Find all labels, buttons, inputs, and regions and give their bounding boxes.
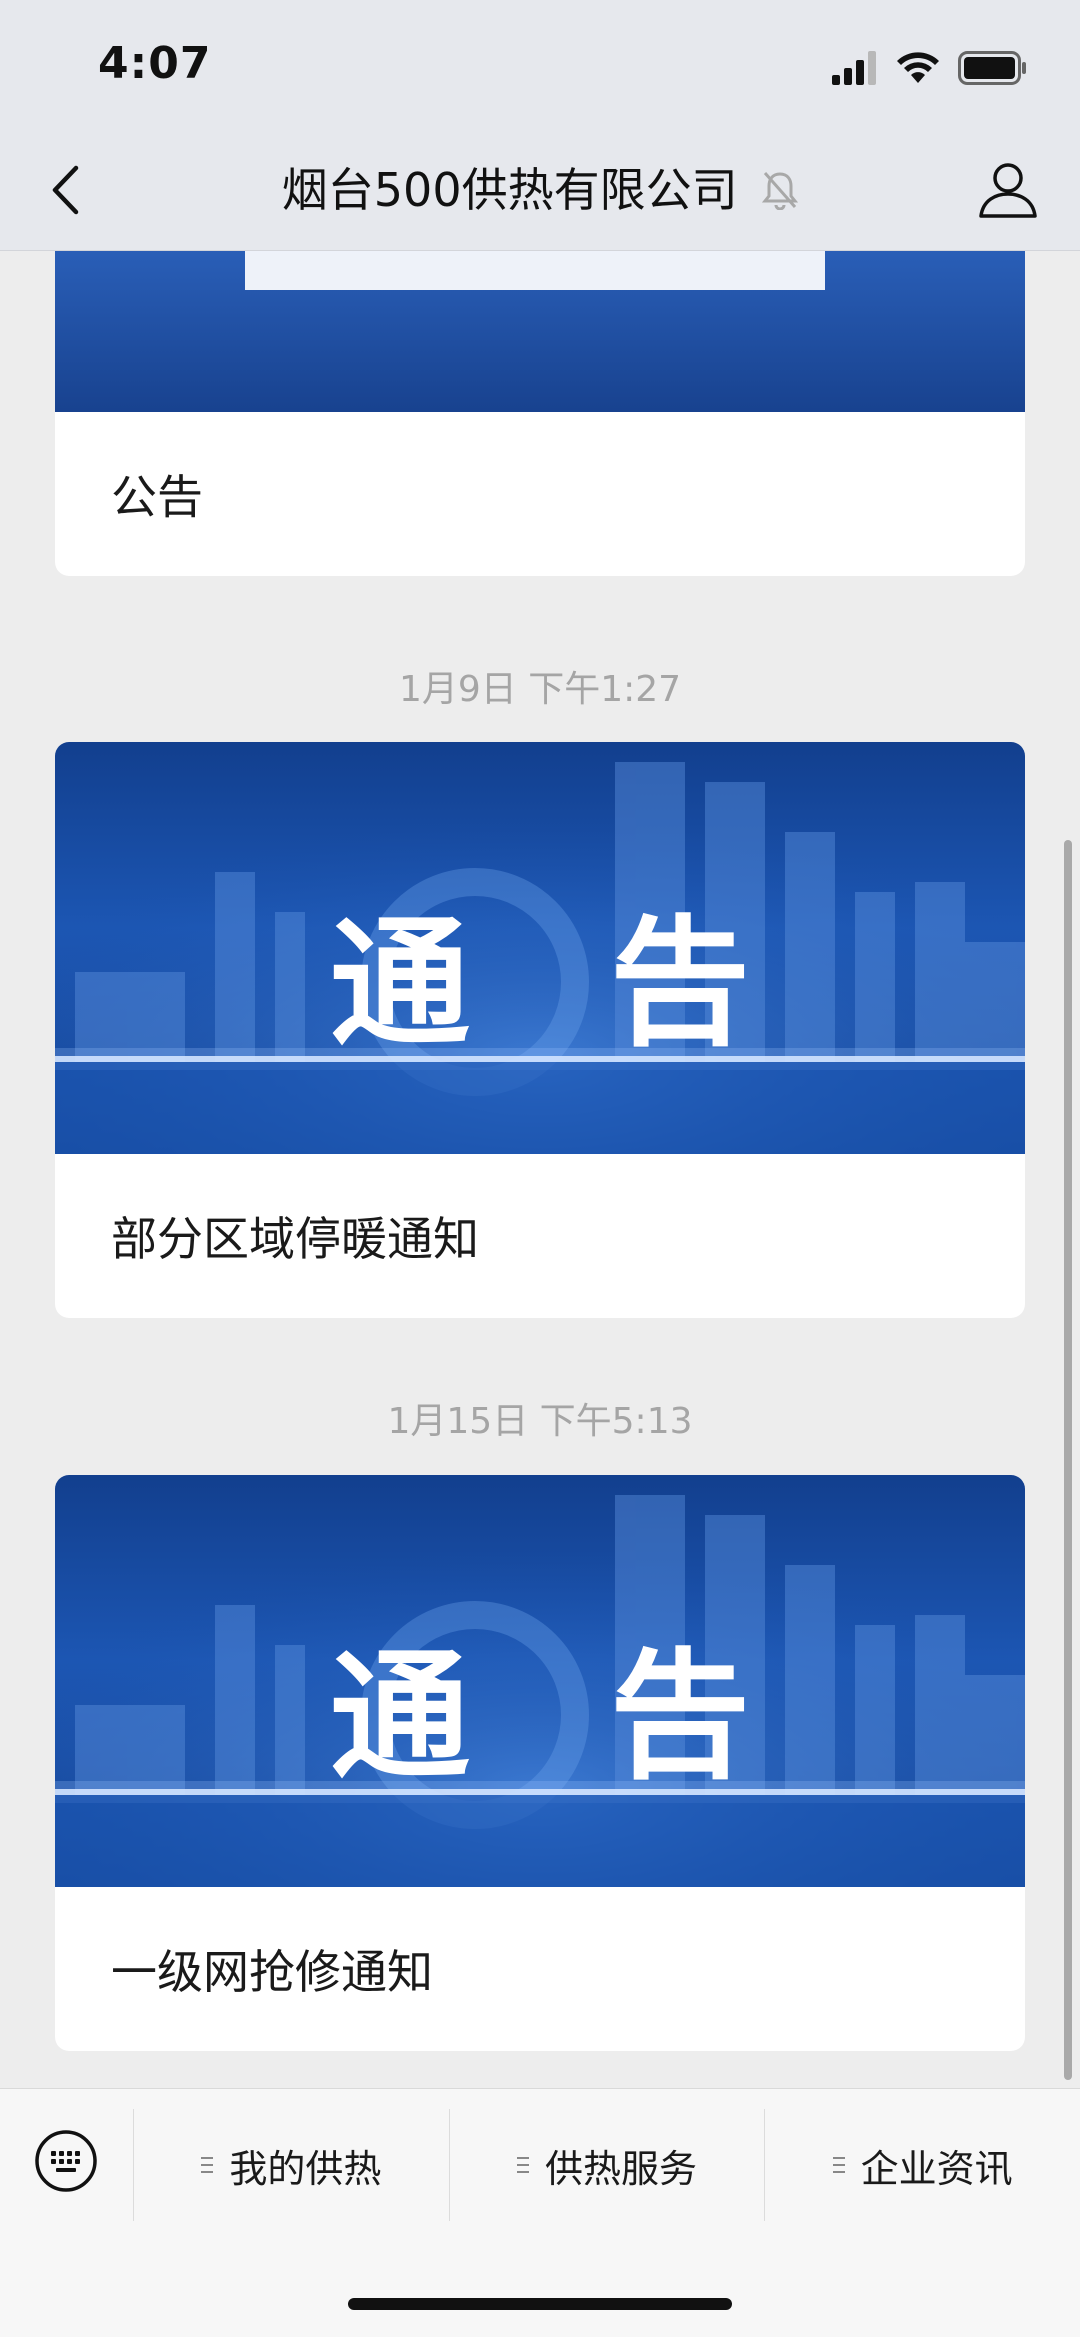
chat-title: 烟台500供热有限公司 xyxy=(0,160,1080,224)
article-card[interactable]: 公告 xyxy=(55,250,1025,576)
chat-screen: 4:07 烟台500供热有限公司 公告 1月9日 下午1:27 通 告 部分区域… xyxy=(0,0,1080,2337)
menu-item-my-heating[interactable]: 我的供热 xyxy=(133,2109,449,2221)
person-icon xyxy=(979,163,1037,218)
signal-bars-icon xyxy=(832,51,876,85)
menu-item-label: 我的供热 xyxy=(229,2146,382,2191)
article-title: 一级网抢修通知 xyxy=(111,1945,433,1999)
article-banner: 通 告 xyxy=(55,742,1025,1154)
submenu-lines-icon xyxy=(517,2157,529,2173)
wifi-icon xyxy=(897,52,939,83)
service-menu: 我的供热 供热服务 企业资讯 xyxy=(133,2109,1080,2221)
article-banner xyxy=(55,250,1025,412)
banner-headline: 通 告 xyxy=(330,903,750,1066)
bell-muted-icon xyxy=(762,164,799,224)
banner-headline: 通 告 xyxy=(330,1636,750,1799)
article-card[interactable]: 通 告 部分区域停暖通知 xyxy=(55,742,1025,1318)
home-indicator[interactable] xyxy=(348,2298,732,2310)
menu-item-label: 供热服务 xyxy=(545,2146,698,2191)
status-time: 4:07 xyxy=(98,38,212,89)
keyboard-toggle-button[interactable] xyxy=(34,2129,98,2193)
menu-item-label: 企业资讯 xyxy=(860,2146,1013,2191)
menu-item-heating-service[interactable]: 供热服务 xyxy=(448,2109,765,2221)
submenu-lines-icon xyxy=(201,2157,214,2173)
battery-icon xyxy=(958,51,1026,85)
article-title: 公告 xyxy=(111,470,203,524)
article-card[interactable]: 通 告 一级网抢修通知 xyxy=(55,1475,1025,2051)
menu-item-company-news[interactable]: 企业资讯 xyxy=(764,2109,1080,2221)
article-title: 部分区域停暖通知 xyxy=(111,1212,479,1266)
top-bar: 4:07 烟台500供热有限公司 xyxy=(0,0,1080,251)
message-timestamp: 1月9日 下午1:27 xyxy=(398,669,682,710)
scrollbar[interactable] xyxy=(1064,840,1072,2080)
message-timestamp: 1月15日 下午5:13 xyxy=(387,1401,693,1442)
chat-title-text: 烟台500供热有限公司 xyxy=(281,163,738,217)
status-icons xyxy=(832,48,1028,88)
profile-button[interactable] xyxy=(976,158,1040,222)
article-banner: 通 告 xyxy=(55,1475,1025,1887)
message-feed[interactable]: 公告 1月9日 下午1:27 通 告 部分区域停暖通知 1月15日 下午5:13… xyxy=(0,250,1080,2088)
submenu-lines-icon xyxy=(832,2157,845,2173)
keyboard-icon xyxy=(35,2130,97,2192)
